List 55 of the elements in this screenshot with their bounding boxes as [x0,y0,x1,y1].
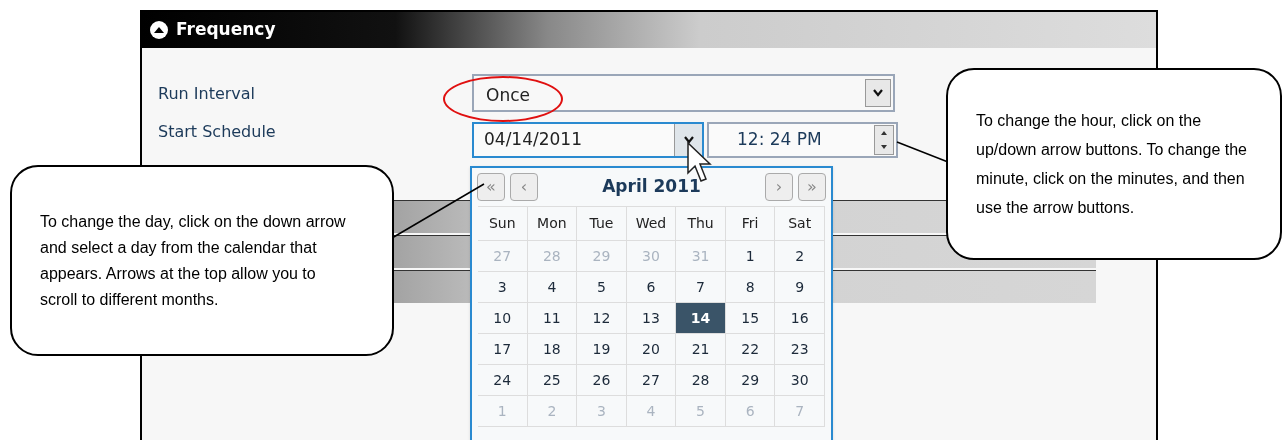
time-spinner[interactable] [874,125,894,155]
weekday-header: Tue [577,207,627,241]
dropdown-value: Once [486,84,530,108]
calendar-day[interactable]: 25 [527,365,578,396]
callout-text: To change the hour, click on the up/down arrow buttons. To change the minute, click on the minutes, and then use the arrow buttons. [976,111,1248,218]
calendar-day[interactable]: 14 [676,303,726,334]
chevron-down-icon [683,136,694,144]
collapse-button[interactable] [150,21,168,39]
calendar-day[interactable]: 21 [676,334,726,365]
time-field[interactable]: 12: 24 PM [707,122,898,158]
calendar-day[interactable]: 28 [676,365,726,396]
calendar-day[interactable]: 9 [775,272,825,303]
calendar-day[interactable]: 2 [775,241,825,272]
weekday-header: Sun [478,207,528,241]
field-label: Run Interval [158,83,257,105]
weekday-header: Wed [626,207,677,241]
chevron-down-icon [873,89,883,97]
calendar-day[interactable]: 11 [527,303,578,334]
calendar-day[interactable]: 8 [725,272,776,303]
calendar-day[interactable]: 19 [577,334,627,365]
calendar-day[interactable]: 22 [725,334,776,365]
weekday-header: Sat [775,207,825,241]
spin-down-icon [881,145,887,149]
spin-up-icon [881,131,887,135]
time-value: 12: 24 PM [737,128,822,152]
callout-text: To change the day, click on the down arrow and select a day from the calendar that appears. Arrows at the top allow you to scroll to different months. [40,211,347,310]
calendar-day[interactable]: 17 [478,334,528,365]
calendar-day[interactable]: 29 [725,365,776,396]
section-title: Frequency [176,18,276,42]
calendar-month-title: April 2011 [601,175,702,199]
calendar-day[interactable]: 26 [577,365,627,396]
calendar-day[interactable]: 27 [626,365,677,396]
calendar-day[interactable]: 20 [626,334,677,365]
calendar-day[interactable]: 1 [725,241,776,272]
calendar-day[interactable]: 30 [775,365,825,396]
calendar-day[interactable]: 3 [478,272,528,303]
calendar-day[interactable]: 12 [577,303,627,334]
field-label: Start Schedule [158,121,277,143]
triangle-up-icon [154,26,164,34]
calendar-day[interactable]: 23 [775,334,825,365]
dropdown-button[interactable] [865,79,891,107]
calendar-day[interactable]: 16 [775,303,825,334]
weekday-header: Mon [527,207,578,241]
calendar-day[interactable]: 6 [626,272,677,303]
calendar-day[interactable]: 10 [478,303,528,334]
date-field[interactable]: 04/14/2011 [472,122,704,158]
calendar-day[interactable]: 18 [527,334,578,365]
calendar-day[interactable]: 5 [577,272,627,303]
calendar-day[interactable]: 24 [478,365,528,396]
calendar-day[interactable]: 15 [725,303,776,334]
dropdown-field[interactable]: Once [472,74,895,112]
weekday-header: Fri [725,207,776,241]
calendar-day[interactable]: 4 [527,272,578,303]
date-value: 04/14/2011 [484,128,582,152]
weekday-header: Thu [676,207,726,241]
